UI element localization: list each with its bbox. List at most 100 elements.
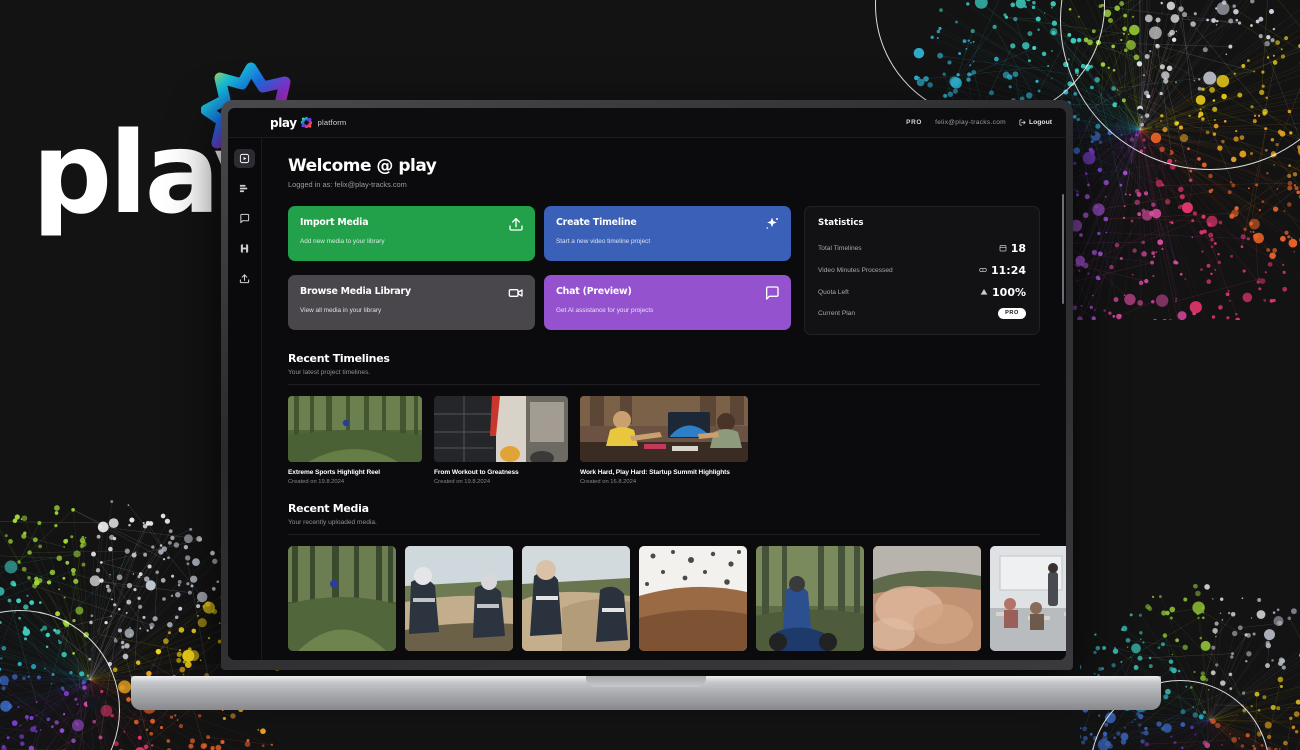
media-item[interactable]	[522, 546, 630, 651]
media-item[interactable]	[288, 546, 396, 651]
action-cards: Import Media Add new media to your libra…	[288, 206, 791, 335]
motocross-water-image	[405, 546, 513, 651]
card-subtitle: View all media in your library	[300, 307, 523, 314]
timeline-card[interactable]: Extreme Sports Highlight Reel Created on…	[288, 396, 422, 485]
sparkle-icon	[764, 216, 780, 232]
stat-value: 18	[1011, 242, 1026, 255]
card-chat-preview[interactable]: Chat (Preview) Get AI assistance for you…	[544, 275, 791, 330]
user-email: felix@play-tracks.com	[935, 119, 1006, 126]
timeline-card[interactable]: From Workout to Greatness Created on 19.…	[434, 396, 568, 485]
stat-value: 11:24	[991, 264, 1026, 277]
timeline-date: Created on 19.8.2024	[288, 479, 422, 485]
recent-timelines-section: Recent Timelines Your latest project tim…	[288, 352, 1040, 485]
vertical-scrollbar[interactable]	[1062, 194, 1065, 304]
card-title: Import Media	[300, 217, 523, 228]
section-divider	[288, 534, 1040, 535]
card-browse-media-library[interactable]: Browse Media Library View all media in y…	[288, 275, 535, 330]
forest-trail-image	[288, 396, 422, 462]
statistics-panel: Statistics Total Timelines 18 Video Minu…	[804, 206, 1040, 335]
forest-bike-image	[756, 546, 864, 651]
dust-cloud-image	[873, 546, 981, 651]
section-title: Recent Media	[288, 502, 1040, 515]
gym-interior-image	[434, 396, 568, 462]
sidebar-item-upload[interactable]	[234, 269, 255, 288]
logout-icon	[1019, 119, 1026, 126]
chart-icon	[980, 288, 988, 296]
logout-button[interactable]: Logout	[1019, 119, 1052, 126]
stat-label: Total Timelines	[818, 245, 862, 252]
timeline-date: Created on 16.8.2024	[580, 479, 748, 485]
app-brand[interactable]: play platform	[270, 116, 346, 130]
stat-label: Quota Left	[818, 289, 849, 296]
sidebar-item-dashboard[interactable]	[234, 149, 255, 168]
motocross-dune-image	[522, 546, 630, 651]
card-title: Chat (Preview)	[556, 286, 779, 297]
timeline-thumbnail[interactable]	[580, 396, 748, 462]
play-pill-icon	[979, 266, 987, 274]
media-item[interactable]	[405, 546, 513, 651]
app-body: Welcome @ play Logged in as: felix@play-…	[228, 138, 1066, 660]
app-sidebar	[228, 138, 262, 660]
media-item[interactable]	[873, 546, 981, 651]
forest-ride-image	[288, 546, 396, 651]
classroom-image	[990, 546, 1066, 651]
calendar-icon	[999, 244, 1007, 252]
page-title: Welcome @ play	[288, 156, 1040, 176]
media-item[interactable]	[990, 546, 1066, 651]
laptop-base	[131, 676, 1161, 710]
section-subtitle: Your recently uploaded media.	[288, 519, 1040, 526]
stat-row-quota-left: Quota Left 100%	[818, 281, 1026, 303]
timeline-card[interactable]: Work Hard, Play Hard: Startup Summit Hig…	[580, 396, 748, 485]
card-create-timeline[interactable]: Create Timeline Start a new video timeli…	[544, 206, 791, 261]
stat-label: Current Plan	[818, 310, 855, 317]
sidebar-item-timelines[interactable]	[234, 179, 255, 198]
timeline-thumbnail[interactable]	[288, 396, 422, 462]
section-divider	[288, 384, 1040, 385]
recent-media-section: Recent Media Your recently uploaded medi…	[288, 502, 1040, 651]
stat-value-wrap: 11:24	[979, 264, 1026, 277]
stat-row-total-timelines: Total Timelines 18	[818, 237, 1026, 259]
timeline-date: Created on 19.8.2024	[434, 479, 568, 485]
card-subtitle: Start a new video timeline project	[556, 238, 779, 245]
section-subtitle: Your latest project timelines.	[288, 369, 1040, 376]
upload-icon	[239, 273, 250, 284]
media-item[interactable]	[756, 546, 864, 651]
upload-box-icon	[508, 216, 524, 232]
video-play-icon	[239, 153, 250, 164]
brand-suffix: platform	[318, 118, 347, 127]
card-subtitle: Get AI assistance for your projects	[556, 307, 779, 314]
timeline-icon	[239, 183, 250, 194]
logout-label: Logout	[1029, 119, 1052, 126]
top-grid: Import Media Add new media to your libra…	[288, 206, 1040, 335]
stat-value: 100%	[992, 286, 1026, 299]
stat-row-current-plan: Current Plan PRO	[818, 303, 1026, 323]
video-camera-icon	[508, 285, 524, 301]
plan-pill: PRO	[998, 308, 1026, 319]
brand-star-icon	[301, 117, 312, 128]
sidebar-item-chat[interactable]	[234, 209, 255, 228]
media-list	[288, 546, 1040, 651]
office-desk-image	[580, 396, 748, 462]
sidebar-item-media[interactable]	[234, 239, 255, 258]
main-content: Welcome @ play Logged in as: felix@play-…	[262, 138, 1066, 660]
brand-name: play	[270, 116, 297, 130]
card-import-media[interactable]: Import Media Add new media to your libra…	[288, 206, 535, 261]
timeline-name: Work Hard, Play Hard: Startup Summit Hig…	[580, 469, 748, 476]
section-title: Recent Timelines	[288, 352, 1040, 365]
base-notch	[586, 676, 706, 687]
logged-in-text: Logged in as: felix@play-tracks.com	[288, 180, 1040, 189]
stat-value-wrap: 100%	[980, 286, 1026, 299]
timeline-name: Extreme Sports Highlight Reel	[288, 469, 422, 476]
chat-bubble-icon	[764, 285, 780, 301]
statistics-title: Statistics	[818, 218, 1026, 228]
stat-value-wrap: 18	[999, 242, 1026, 255]
laptop-mockup: play platform PRO felix@play-tracks.com	[131, 100, 1161, 710]
dirt-spray-image	[639, 546, 747, 651]
decor-arc-4	[0, 610, 120, 750]
film-icon	[239, 243, 250, 254]
timeline-thumbnail[interactable]	[434, 396, 568, 462]
timeline-list: Extreme Sports Highlight Reel Created on…	[288, 396, 1040, 485]
chat-bubble-icon	[239, 213, 250, 224]
media-item[interactable]	[639, 546, 747, 651]
card-subtitle: Add new media to your library	[300, 238, 523, 245]
